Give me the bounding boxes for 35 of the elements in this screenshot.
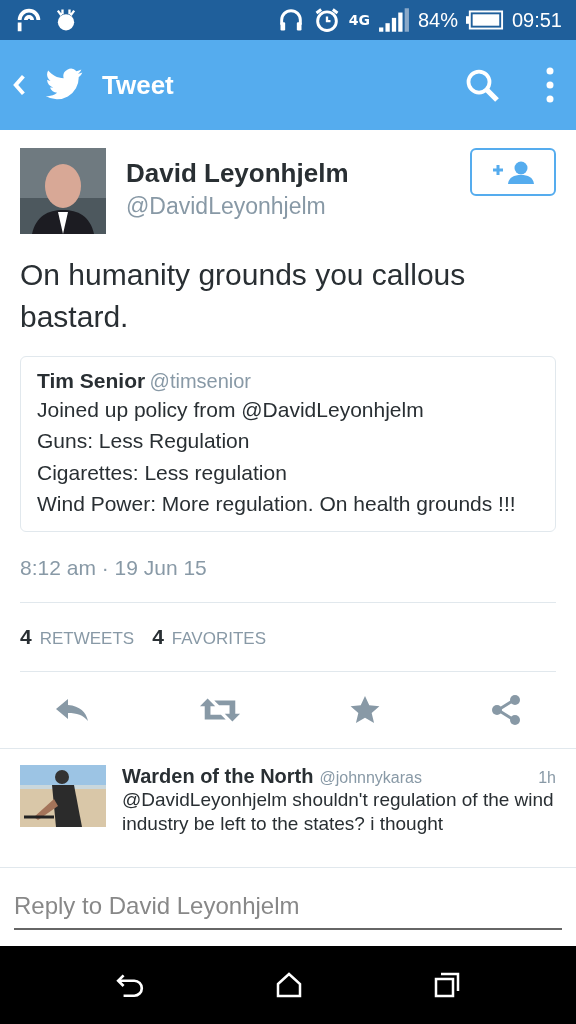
reply-text: @DavidLeyonhjelm shouldn't regulation of the wind industry be left to the states? i thought	[122, 787, 555, 837]
home-icon[interactable]	[275, 971, 303, 999]
battery-percent: 84%	[417, 8, 458, 32]
reply-icon[interactable]	[54, 696, 91, 723]
stat-label[interactable]: RETWEETS	[39, 628, 135, 649]
quoted-tweet-line: Cigarettes: Less regulation	[37, 459, 288, 486]
reply-author-name: Warden of the North	[122, 764, 314, 788]
reply-author-handle: @johnnykaras	[319, 768, 422, 787]
stat-count: 4	[152, 624, 164, 649]
reply-time: 1h	[538, 768, 556, 787]
add-person-icon	[491, 160, 535, 184]
quoted-tweet-line: Joined up policy from @DavidLeyonhjelm	[37, 397, 425, 423]
signal-icon	[377, 7, 410, 33]
tweet-text: On humanity grounds you callous bastard.	[20, 257, 467, 335]
back-icon[interactable]	[115, 972, 145, 998]
quoted-tweet-line: Wind Power: More regulation. On health grounds !!!	[37, 491, 517, 518]
more-options-icon[interactable]	[546, 67, 554, 103]
author-handle: @DavidLeyonhjelm	[126, 193, 327, 220]
network-type: 4G	[348, 12, 370, 28]
recent-apps-icon[interactable]	[433, 971, 461, 999]
quoted-author-name: Tim Senior	[37, 369, 146, 392]
stat-count: 4	[20, 624, 32, 649]
search-icon[interactable]	[464, 67, 500, 103]
screen-title: Tweet	[102, 69, 174, 101]
quoted-tweet-line: Guns: Less Regulation	[37, 428, 251, 455]
share-icon[interactable]	[489, 693, 522, 726]
tweet-timestamp: 8:12 am · 19 Jun 15	[20, 531, 556, 603]
quoted-author-handle: @timsenior	[149, 370, 252, 392]
quoted-tweet-card[interactable]: Tim Senior @timsenior Joined up policy from @DavidLeyonhjelm Guns: Less Regulation Cigarettes: Less regulation Wind Power: More regulation. On health grounds !!!	[20, 356, 556, 532]
stat-label[interactable]: FAVORITES	[171, 628, 266, 649]
battery-icon	[465, 9, 504, 31]
bird-icon	[44, 68, 84, 102]
author-name: David Leyonhjelm	[126, 158, 350, 189]
clock: 09:51	[511, 8, 562, 32]
follow-button[interactable]	[470, 148, 556, 196]
